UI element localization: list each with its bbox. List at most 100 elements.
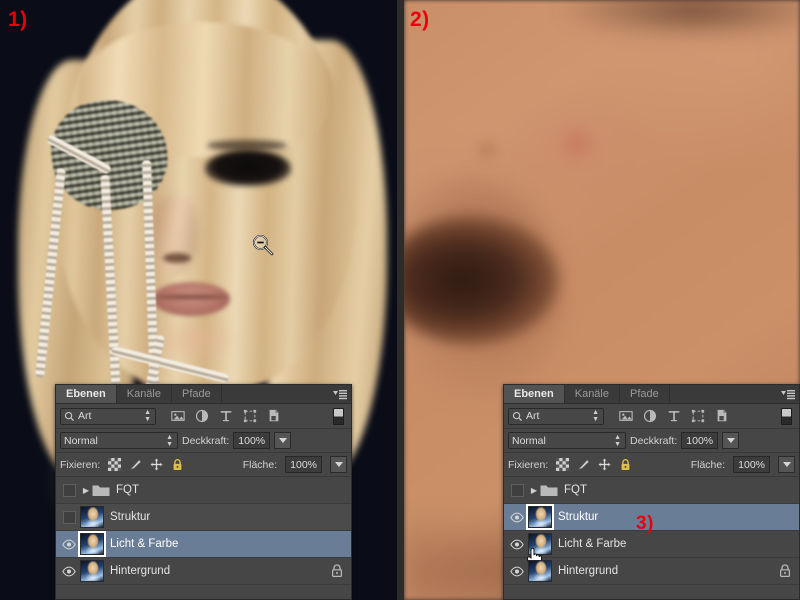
layer-thumbnail[interactable]	[528, 533, 552, 555]
chevron-down-icon	[278, 438, 287, 443]
fill-value[interactable]: 100%	[733, 456, 770, 473]
shape-layer-filter-icon[interactable]	[691, 409, 705, 423]
visibility-toggle[interactable]	[58, 483, 80, 497]
layer-thumbnail[interactable]	[526, 504, 554, 530]
eye-icon	[510, 566, 524, 576]
fill-dropdown-button[interactable]	[330, 456, 347, 473]
visibility-toggle[interactable]	[58, 539, 80, 550]
tab-ebenen[interactable]: Ebenen	[504, 385, 565, 403]
blend-mode-value: Normal	[64, 434, 98, 447]
chevron-down-icon	[726, 438, 735, 443]
visibility-toggle[interactable]	[506, 512, 528, 523]
tab-kanaele[interactable]: Kanäle	[564, 385, 620, 403]
blend-mode-value: Normal	[512, 434, 546, 447]
layers-panel-left[interactable]: Ebenen Kanäle Pfade Art ▲ ▼ Normal ▲ ▼ D…	[55, 384, 352, 600]
table-row[interactable]: Licht & Farbe	[56, 531, 351, 558]
visibility-toggle[interactable]	[58, 510, 80, 524]
table-row[interactable]: Struktur	[56, 504, 351, 531]
smart-object-filter-icon[interactable]	[715, 409, 729, 423]
fill-value[interactable]: 100%	[285, 456, 322, 473]
table-row[interactable]: Hintergrund	[504, 558, 799, 585]
pixel-layer-filter-icon[interactable]	[619, 409, 633, 423]
filter-kind-label: Art	[526, 410, 540, 422]
filter-kind-select[interactable]: Art ▲ ▼	[508, 407, 604, 425]
panel-tab-bar: Ebenen Kanäle Pfade	[56, 385, 351, 404]
pixel-layer-filter-icon[interactable]	[171, 409, 185, 423]
filter-kind-select[interactable]: Art ▲ ▼	[60, 407, 156, 425]
step-marker-1: 1)	[8, 8, 28, 31]
lock-label: Fixieren:	[60, 458, 101, 471]
group-expand-arrow-icon[interactable]: ▶	[80, 486, 92, 495]
opacity-dropdown-button[interactable]	[722, 432, 740, 449]
chevron-down-icon	[782, 462, 791, 467]
layer-locked-icon	[780, 564, 791, 578]
type-layer-filter-icon[interactable]	[219, 409, 233, 423]
table-row[interactable]: ▶ FQT	[56, 477, 351, 504]
layer-name: Struktur	[110, 511, 151, 523]
blend-mode-select[interactable]: Normal ▲ ▼	[508, 432, 626, 449]
canvas-divider	[397, 0, 404, 600]
opacity-value[interactable]: 100%	[681, 432, 719, 449]
step-marker-3: 3)	[636, 513, 654, 534]
lock-position-icon[interactable]	[150, 458, 164, 471]
opacity-label: Deckkraft:	[182, 434, 230, 447]
adjustment-layer-filter-icon[interactable]	[643, 409, 657, 423]
adjustment-layer-filter-icon[interactable]	[195, 409, 209, 423]
layer-thumbnail[interactable]	[80, 560, 104, 582]
opacity-dropdown-button[interactable]	[274, 432, 292, 449]
visibility-toggle[interactable]	[506, 539, 528, 550]
screenshot-root: 1) 2) Ebenen Kanäle Pfade Art ▲ ▼ Normal…	[0, 0, 800, 600]
lock-all-icon[interactable]	[619, 458, 632, 471]
opacity-value[interactable]: 100%	[233, 432, 271, 449]
eye-icon	[62, 539, 76, 549]
search-icon	[64, 411, 74, 421]
lock-row: Fixieren: Fläche: 100%	[504, 453, 799, 477]
layer-thumbnail[interactable]	[528, 560, 552, 582]
zoom-out-cursor-icon	[253, 235, 274, 256]
tab-pfade[interactable]: Pfade	[620, 385, 670, 403]
filter-toggle-switch[interactable]	[781, 407, 792, 425]
panel-menu-icon[interactable]	[329, 385, 351, 403]
table-row[interactable]: Hintergrund	[56, 558, 351, 585]
visibility-toggle[interactable]	[506, 483, 528, 497]
tab-ebenen[interactable]: Ebenen	[56, 385, 117, 403]
smart-object-filter-icon[interactable]	[267, 409, 281, 423]
filter-toggle-switch[interactable]	[333, 407, 344, 425]
lock-image-pixels-icon[interactable]	[129, 458, 142, 471]
layer-thumbnail[interactable]	[78, 531, 106, 557]
type-layer-filter-icon[interactable]	[667, 409, 681, 423]
layer-locked-icon	[332, 564, 343, 578]
chevron-down-icon	[334, 462, 343, 467]
opacity-label: Deckkraft:	[630, 434, 678, 447]
panel-tab-bar: Ebenen Kanäle Pfade	[504, 385, 799, 404]
group-expand-arrow-icon[interactable]: ▶	[528, 486, 540, 495]
layer-thumbnail[interactable]	[80, 506, 104, 528]
filter-row: Art ▲ ▼	[504, 404, 799, 429]
eye-icon	[510, 539, 524, 549]
panel-menu-icon[interactable]	[777, 385, 799, 403]
tab-pfade[interactable]: Pfade	[172, 385, 222, 403]
table-row[interactable]: Licht & Farbe	[504, 531, 799, 569]
layer-list-left[interactable]: ▶ FQT Struktur Licht & Farbe Hintergrund	[56, 477, 351, 585]
lock-transparent-pixels-icon[interactable]	[108, 458, 122, 471]
fill-label: Fläche:	[690, 458, 726, 471]
blend-mode-select[interactable]: Normal ▲ ▼	[60, 432, 178, 449]
lock-position-icon[interactable]	[598, 458, 612, 471]
step-marker-2: 2)	[410, 8, 430, 31]
chevron-updown-icon: ▲ ▼	[166, 433, 173, 448]
lock-transparent-pixels-icon[interactable]	[556, 458, 570, 471]
layers-panel-right[interactable]: Ebenen Kanäle Pfade Art ▲ ▼ Normal ▲ ▼ D…	[503, 384, 800, 600]
folder-icon	[92, 485, 110, 496]
layer-name: Licht & Farbe	[110, 538, 179, 550]
layer-name: Hintergrund	[110, 565, 171, 577]
fill-dropdown-button[interactable]	[778, 456, 795, 473]
visibility-toggle[interactable]	[58, 566, 80, 577]
table-row[interactable]: ▶ FQT	[504, 477, 799, 504]
lock-image-pixels-icon[interactable]	[577, 458, 590, 471]
shape-layer-filter-icon[interactable]	[243, 409, 257, 423]
lock-all-icon[interactable]	[171, 458, 184, 471]
lock-row: Fixieren: Fläche: 100%	[56, 453, 351, 477]
tab-kanaele[interactable]: Kanäle	[116, 385, 172, 403]
visibility-toggle[interactable]	[506, 566, 528, 577]
chevron-updown-icon: ▲ ▼	[592, 409, 599, 423]
